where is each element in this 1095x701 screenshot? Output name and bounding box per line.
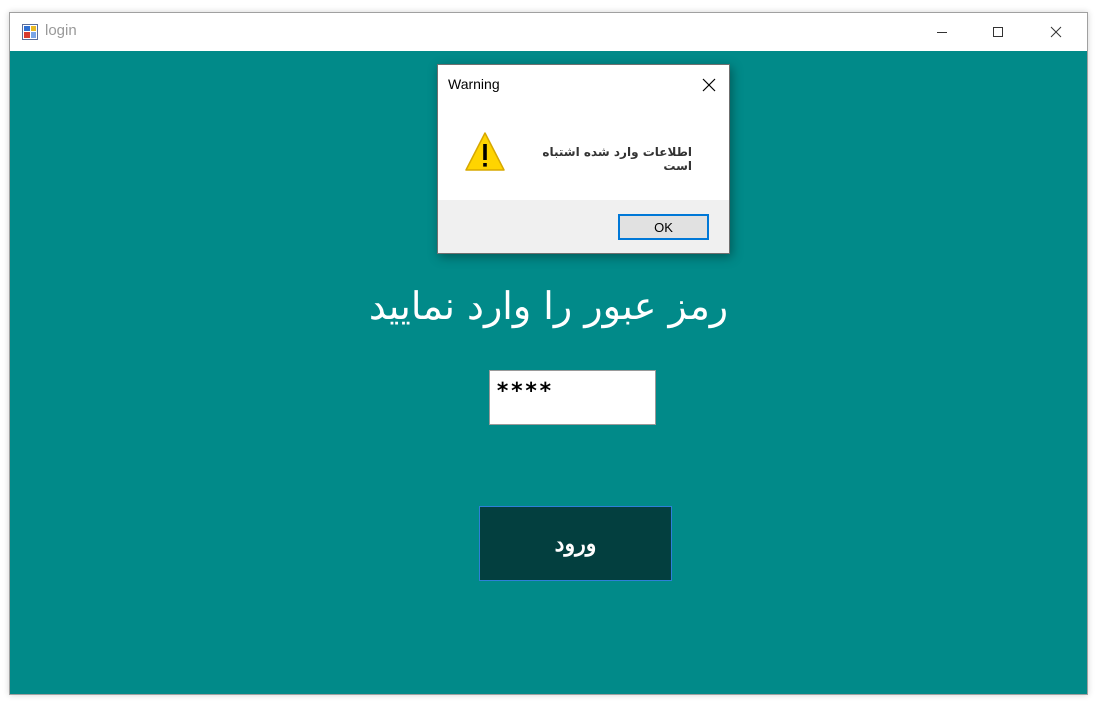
password-prompt-heading: رمز عبور را وارد نمایید <box>368 284 729 328</box>
warning-icon <box>465 132 505 171</box>
close-button[interactable] <box>1033 13 1079 51</box>
maximize-icon <box>993 27 1003 37</box>
dialog-title: Warning <box>448 76 500 92</box>
maximize-button[interactable] <box>975 13 1021 51</box>
dialog-message: اطلاعات وارد شده اشتباه است <box>542 145 692 173</box>
winforms-app-icon <box>22 24 38 40</box>
password-input[interactable]: **** <box>489 370 656 425</box>
close-icon[interactable] <box>701 77 717 93</box>
ok-button[interactable]: OK <box>618 214 709 240</box>
dialog-footer: OK <box>438 200 729 253</box>
minimize-button[interactable] <box>919 13 965 51</box>
title-bar[interactable]: login <box>10 13 1087 51</box>
window-title: login <box>45 22 77 39</box>
minimize-icon <box>937 32 947 33</box>
close-icon <box>1050 26 1062 38</box>
login-button[interactable]: ورود <box>479 506 672 581</box>
warning-dialog: Warning اطلاعات وارد شده اشتباه است OK <box>437 64 730 254</box>
